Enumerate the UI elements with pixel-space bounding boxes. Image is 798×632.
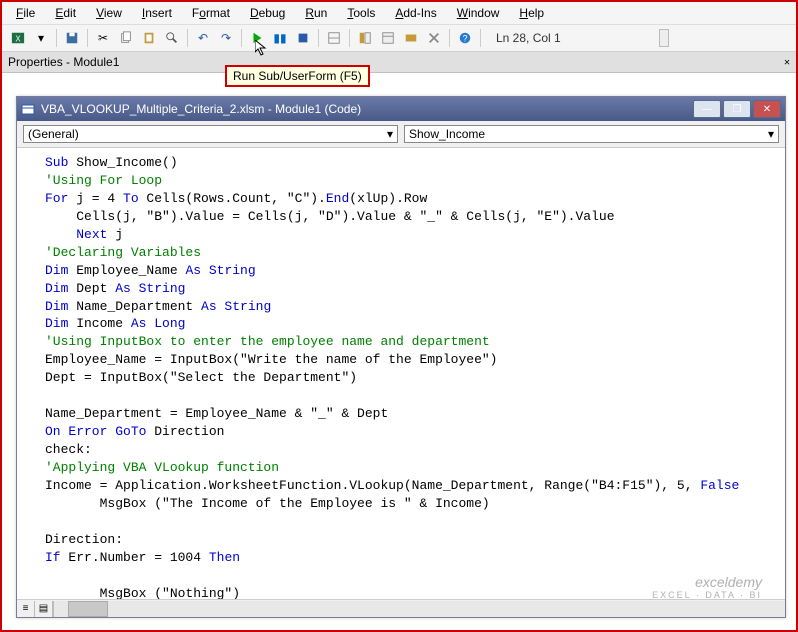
- code-window-titlebar[interactable]: VBA_VLOOKUP_Multiple_Criteria_2.xlsm - M…: [17, 97, 785, 121]
- menu-bar: File Edit View Insert Format Debug Run T…: [2, 2, 796, 25]
- menu-edit[interactable]: Edit: [47, 4, 84, 22]
- help-icon[interactable]: ?: [455, 28, 475, 48]
- find-icon[interactable]: [162, 28, 182, 48]
- break-icon[interactable]: ▮▮: [270, 28, 290, 48]
- properties-panel-title: Properties - Module1 ✕: [2, 52, 796, 73]
- menu-file[interactable]: File: [8, 4, 43, 22]
- full-module-view-button[interactable]: ▤: [35, 601, 53, 617]
- run-icon[interactable]: [247, 28, 267, 48]
- paste-icon[interactable]: [139, 28, 159, 48]
- menu-debug[interactable]: Debug: [242, 4, 293, 22]
- object-browser-icon[interactable]: [401, 28, 421, 48]
- close-button[interactable]: ✕: [753, 100, 781, 118]
- procedure-dropdown[interactable]: Show_Income ▾: [404, 125, 779, 143]
- design-mode-icon[interactable]: [324, 28, 344, 48]
- undo-icon[interactable]: ↶: [193, 28, 213, 48]
- code-window-statusbar: ≡ ▤: [17, 599, 785, 617]
- properties-title-text: Properties - Module1: [8, 55, 119, 69]
- maximize-button[interactable]: ❐: [723, 100, 751, 118]
- code-window: VBA_VLOOKUP_Multiple_Criteria_2.xlsm - M…: [16, 96, 786, 618]
- menu-run[interactable]: Run: [297, 4, 335, 22]
- svg-text:X: X: [15, 35, 21, 44]
- cut-icon[interactable]: ✂: [93, 28, 113, 48]
- menu-tools[interactable]: Tools: [339, 4, 383, 22]
- menu-window[interactable]: Window: [449, 4, 508, 22]
- close-icon[interactable]: ✕: [784, 57, 790, 68]
- reset-icon[interactable]: [293, 28, 313, 48]
- cursor-position-label: Ln 28, Col 1: [496, 31, 656, 45]
- minimize-button[interactable]: ―: [693, 100, 721, 118]
- svg-text:?: ?: [463, 34, 468, 44]
- run-tooltip: Run Sub/UserForm (F5): [225, 65, 370, 87]
- save-icon[interactable]: [62, 28, 82, 48]
- scrollbar-thumb[interactable]: [68, 601, 108, 617]
- toolbox-icon[interactable]: [424, 28, 444, 48]
- menu-insert[interactable]: Insert: [134, 4, 180, 22]
- copy-icon[interactable]: [116, 28, 136, 48]
- properties-window-icon[interactable]: [378, 28, 398, 48]
- toolbar: X ▾ ✂ ↶ ↷ ▮▮ ? Ln 28, Col 1: [2, 25, 796, 52]
- code-window-title: VBA_VLOOKUP_Multiple_Criteria_2.xlsm - M…: [41, 102, 361, 116]
- redo-icon[interactable]: ↷: [216, 28, 236, 48]
- position-dropdown[interactable]: [659, 29, 669, 47]
- horizontal-scrollbar[interactable]: [53, 601, 785, 617]
- code-editor[interactable]: Sub Show_Income() 'Using For Loop For j …: [17, 148, 785, 599]
- procedure-view-button[interactable]: ≡: [17, 601, 35, 617]
- menu-view[interactable]: View: [88, 4, 130, 22]
- menu-addins[interactable]: Add-Ins: [387, 4, 444, 22]
- menu-help[interactable]: Help: [511, 4, 552, 22]
- menu-format[interactable]: Format: [184, 4, 238, 22]
- object-dropdown[interactable]: (General) ▾: [23, 125, 398, 143]
- module-icon: [21, 102, 35, 116]
- dropdown-arrow-icon[interactable]: ▾: [31, 28, 51, 48]
- project-explorer-icon[interactable]: [355, 28, 375, 48]
- excel-icon[interactable]: X: [8, 28, 28, 48]
